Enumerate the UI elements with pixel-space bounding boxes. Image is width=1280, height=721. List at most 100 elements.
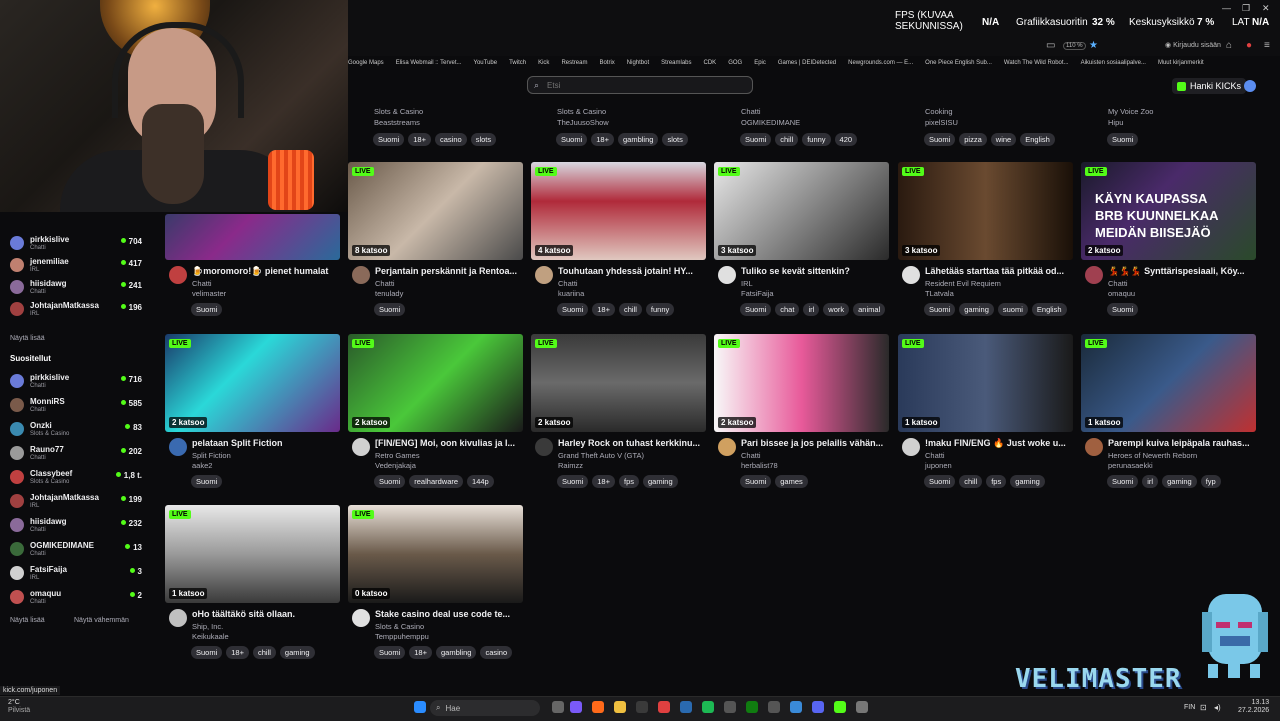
tag[interactable]: Suomi: [374, 475, 406, 488]
tag[interactable]: Suomi: [191, 475, 223, 488]
tag[interactable]: fyp: [1200, 475, 1221, 488]
tag[interactable]: Suomi: [191, 646, 223, 659]
stream-title[interactable]: oHo täältäkö sitä ollaan.: [192, 609, 342, 619]
stream-category[interactable]: Heroes of Newerth Reborn: [1108, 451, 1197, 460]
tag[interactable]: Suomi: [557, 303, 589, 316]
tag[interactable]: slots: [662, 133, 688, 146]
assistant-icon[interactable]: [1244, 80, 1256, 92]
language-indicator[interactable]: FIN: [1184, 704, 1195, 711]
avatar[interactable]: [718, 438, 736, 456]
stream-category[interactable]: Resident Evil Requiem: [925, 279, 1001, 288]
stream-title[interactable]: Perjantain perskännit ja Rentoa...: [375, 266, 525, 276]
sidebar-channel[interactable]: pirkkislive Chatti 704: [10, 234, 150, 254]
streamer-name[interactable]: Vedenjakaja: [375, 461, 416, 470]
tag[interactable]: Suomi: [1107, 303, 1139, 316]
sidebar-channel[interactable]: jenemiliae IRL 417: [10, 256, 150, 276]
streamer-name[interactable]: kuariina: [558, 289, 584, 298]
stream-title[interactable]: pelataan Split Fiction: [192, 438, 342, 448]
tag[interactable]: Suomi: [1107, 475, 1139, 488]
stream-title[interactable]: 💃💃💃 Synttärispesiaali, Köy...: [1108, 266, 1258, 277]
stream-thumbnail[interactable]: LIVE KÄYN KAUPASSA BRB KUUNNELKAA MEIDÄN BI…: [1081, 162, 1256, 260]
tag[interactable]: Suomi: [740, 133, 772, 146]
streamer-name[interactable]: TLatvala: [925, 289, 954, 298]
tag[interactable]: fps: [619, 475, 640, 488]
tag[interactable]: 420: [834, 133, 858, 146]
avatar[interactable]: [1085, 266, 1103, 284]
stream-thumbnail[interactable]: LIVE 1 katsoo: [165, 505, 340, 603]
stream-category[interactable]: Split Fiction: [192, 451, 231, 460]
sidebar-channel[interactable]: Classybeef Slots & Casino 1,8 t.: [10, 468, 150, 488]
stream-title[interactable]: Touhutaan yhdessä jotain! HY...: [558, 266, 708, 276]
stream-category[interactable]: Grand Theft Auto V (GTA): [558, 451, 644, 460]
tag[interactable]: chat: [775, 303, 800, 316]
start-icon[interactable]: [414, 701, 426, 713]
stream-thumbnail[interactable]: LIVE 2 katsoo: [531, 334, 706, 432]
sidebar-channel[interactable]: Onzki Slots & Casino 83: [10, 420, 150, 440]
stream-title[interactable]: [FIN/ENG] Moi, oon kivulias ja l...: [375, 438, 525, 448]
bookmark-item[interactable]: GOG: [728, 60, 742, 66]
tag[interactable]: gaming: [959, 303, 994, 316]
show-less-link[interactable]: Näytä vähemmän: [74, 617, 129, 624]
tag[interactable]: funny: [645, 303, 675, 316]
bookmark-item[interactable]: Google Maps: [348, 60, 384, 66]
tag[interactable]: gaming: [1162, 475, 1197, 488]
stream-thumbnail[interactable]: LIVE 4 katsoo: [531, 162, 706, 260]
streamer-name[interactable]: tenulady: [375, 289, 403, 298]
avatar[interactable]: [718, 266, 736, 284]
stream-thumbnail[interactable]: LIVE 0 katsoo: [348, 505, 523, 603]
menu-icon[interactable]: ≡: [1264, 40, 1270, 51]
streamer-name[interactable]: perunasaekki: [1108, 461, 1153, 470]
maximize-icon[interactable]: ❐: [1242, 3, 1250, 14]
task-view-icon[interactable]: [552, 701, 564, 713]
login-button[interactable]: ◉ Kirjaudu sisään: [1165, 41, 1221, 49]
tag[interactable]: Suomi: [1107, 133, 1139, 146]
avatar[interactable]: [169, 438, 187, 456]
search-box[interactable]: ⌕: [527, 76, 753, 94]
tag[interactable]: realhardware: [409, 475, 464, 488]
stream-category[interactable]: Chatti: [925, 451, 945, 460]
tag[interactable]: 18+: [592, 303, 615, 316]
stream-thumbnail[interactable]: LIVE 8 katsoo: [348, 162, 523, 260]
app-icon[interactable]: [724, 701, 736, 713]
stream-thumbnail[interactable]: LIVE 2 katsoo: [714, 334, 889, 432]
stream-title[interactable]: 🍺moromoro!🍺 pienet humalat: [192, 266, 342, 277]
bookmark-item[interactable]: Elisa Webmail :: Tervet...: [396, 60, 462, 66]
avatar[interactable]: [535, 266, 553, 284]
avatar[interactable]: [902, 438, 920, 456]
avatar[interactable]: [352, 266, 370, 284]
addon-icon[interactable]: ●: [1246, 40, 1252, 51]
streamer-name[interactable]: Raimzz: [558, 461, 583, 470]
reader-icon[interactable]: ▭: [1046, 40, 1055, 51]
stream-category[interactable]: Chatti: [741, 451, 761, 460]
tag[interactable]: Suomi: [556, 133, 588, 146]
tag[interactable]: irl: [803, 303, 820, 316]
stream-title[interactable]: Harley Rock on tuhast kerkkinu...: [558, 438, 708, 448]
bookmark-item[interactable]: CDK: [704, 60, 717, 66]
stream-category[interactable]: Chatti: [558, 279, 578, 288]
sidebar-channel[interactable]: pirkkislive Chatti 716: [10, 372, 150, 392]
tag[interactable]: pizza: [959, 133, 987, 146]
tag[interactable]: fps: [986, 475, 1007, 488]
clock[interactable]: 13.13 27.2.2026: [1238, 699, 1269, 715]
bookmark-item[interactable]: YouTube: [474, 60, 498, 66]
zoom-level[interactable]: 110 %: [1063, 42, 1086, 50]
stream-thumbnail[interactable]: LIVE 3 katsoo: [898, 162, 1073, 260]
spotify-icon[interactable]: [702, 701, 714, 713]
stream-thumbnail[interactable]: LIVE 1 katsoo: [1081, 334, 1256, 432]
stream-thumbnail[interactable]: LIVE 1 katsoo: [898, 334, 1073, 432]
avatar[interactable]: [169, 266, 187, 284]
tag[interactable]: Suomi: [924, 133, 956, 146]
steam-icon[interactable]: [680, 701, 692, 713]
avatar[interactable]: [352, 438, 370, 456]
tag[interactable]: English: [1031, 303, 1067, 316]
sidebar-channel[interactable]: hiisidawg Chatti 241: [10, 278, 150, 298]
volume-icon[interactable]: ◂): [1214, 703, 1221, 712]
teams-icon[interactable]: [570, 701, 582, 713]
tag[interactable]: gambling: [436, 646, 477, 659]
bookmark-item[interactable]: Twitch: [509, 60, 526, 66]
xbox-icon[interactable]: [746, 701, 758, 713]
tag[interactable]: gaming: [643, 475, 678, 488]
bookmark-item[interactable]: Botrix: [599, 60, 614, 66]
streamer-name[interactable]: herbalist78: [741, 461, 778, 470]
network-icon[interactable]: ⊡: [1200, 703, 1207, 712]
